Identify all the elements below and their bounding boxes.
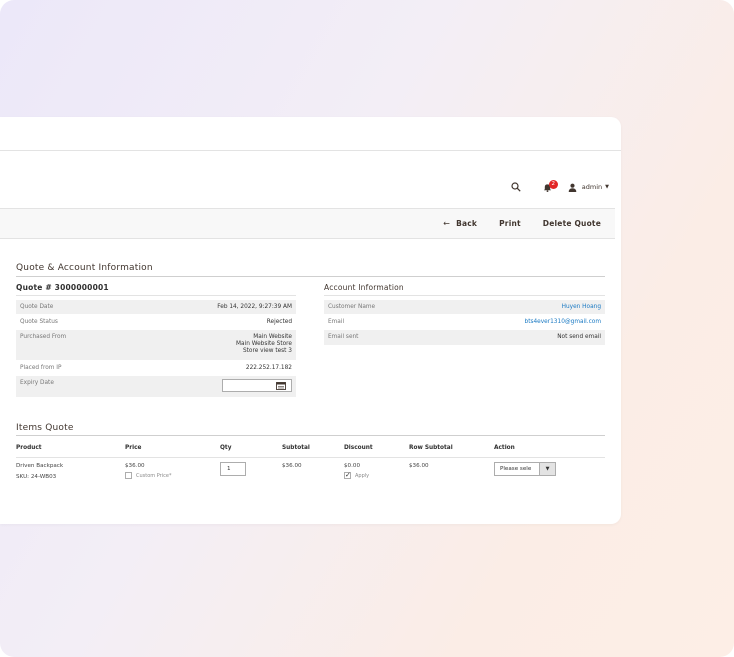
custom-price-checkbox[interactable] [125,472,132,479]
quote-account-title: Quote & Account Information [16,263,153,273]
quote-date-label: Quote Date [16,300,127,314]
expiry-date-label: Expiry Date [16,376,127,397]
user-menu[interactable]: admin ▼ [568,183,609,192]
arrow-left-icon: ← [443,219,451,228]
admin-panel: 2 admin ▼ ← Back Print Delete Quote Quote… [0,117,621,524]
action-select-value: Please sele [500,466,532,472]
col-subtotal: Subtotal [282,445,310,451]
price-value: $36.00 [125,463,145,469]
quote-status-label: Quote Status [20,319,58,325]
print-button[interactable]: Print [499,219,521,228]
check-icon: ✓ [345,471,351,479]
col-product: Product [16,445,42,451]
items-quote-title: Items Quote [16,423,74,433]
delete-quote-button[interactable]: Delete Quote [543,219,601,228]
top-divider [0,150,621,151]
col-price: Price [125,445,142,451]
back-label: Back [456,219,478,228]
items-divider [16,435,605,436]
discount-value: $0.00 [344,463,361,469]
notifications-button[interactable]: 2 [543,179,558,192]
chevron-down-icon: ▼ [539,463,555,475]
chevron-down-icon: ▼ [605,184,609,190]
col-row-subtotal: Row Subtotal [409,445,453,451]
product-sku: SKU: 24-WB03 [16,474,57,480]
subtotal-value: $36.00 [282,463,302,469]
col-action: Action [494,445,515,451]
account-info-table: Customer Name Huyen Hoang Email bts4ever… [324,300,605,345]
col-qty: Qty [220,445,232,451]
action-select[interactable]: Please sele ▼ [494,462,556,476]
customer-name-label: Customer Name [324,300,435,314]
header-divider [16,457,605,458]
quote-date-value: Feb 14, 2022, 9:27:39 AM [126,300,296,314]
ip-label: Placed from IP [20,365,62,371]
email-sent-value: Not send email [434,330,605,345]
purchased-store-view: Store view test 3 [242,348,292,354]
row-subtotal-value: $36.00 [409,463,429,469]
quote-status-value: Rejected [266,319,292,325]
search-icon[interactable] [511,182,521,192]
section-divider [16,276,605,277]
purchased-store: Main Website Store [236,341,292,347]
purchased-website: Main Website [253,334,292,340]
user-label: admin [581,183,603,191]
expiry-date-input[interactable] [222,379,292,392]
account-divider [324,295,605,296]
quote-number-title: Quote # 3000000001 [16,283,109,292]
apply-checkbox[interactable]: ✓ [344,471,351,479]
quote-info-table: Quote Date Feb 14, 2022, 9:27:39 AM Quot… [16,300,296,397]
quote-divider [16,295,296,296]
customer-name-link[interactable]: Huyen Hoang [434,300,605,314]
calendar-icon[interactable] [276,382,286,392]
qty-input[interactable]: 1 [220,462,246,476]
notification-badge: 2 [548,179,558,189]
email-sent-label: Email sent [324,330,435,345]
ip-value: 222.252.17.182 [245,365,292,371]
col-discount: Discount [344,445,373,451]
account-info-title: Account Information [324,283,404,292]
custom-price-label: Custom Price* [136,472,172,479]
email-link[interactable]: bts4ever1310@gmail.com [435,314,605,330]
page-actions-bar: ← Back Print Delete Quote [0,208,615,239]
apply-label: Apply [355,472,370,479]
email-label: Email [328,319,345,325]
back-button[interactable]: ← Back [443,219,477,228]
product-name: Driven Backpack [16,463,64,469]
purchased-from-label: Purchased From [16,330,127,360]
user-icon [568,183,577,192]
header-actions: 2 admin ▼ [511,179,609,195]
